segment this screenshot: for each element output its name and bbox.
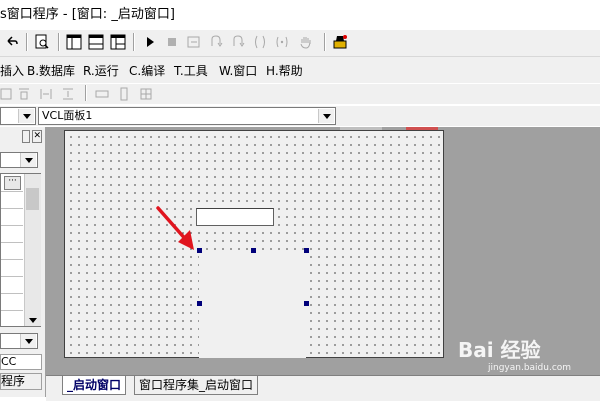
resize-handle[interactable]	[304, 301, 309, 306]
window-title-bar: s窗口程序 - [窗口: _启动窗口]	[0, 0, 600, 30]
toolbar-separator	[85, 85, 87, 101]
panel-controls: ✕	[22, 130, 42, 143]
menu-bar: 插入 B.数据库 R.运行 C.编译 T.工具 W.窗口 H.帮助	[0, 57, 600, 83]
step-into-icon[interactable]	[206, 32, 226, 52]
find-icon[interactable]	[32, 32, 52, 52]
chevron-down-icon[interactable]	[20, 334, 36, 348]
tab-window-program-set[interactable]: 窗口程序集_启动窗口	[134, 376, 259, 395]
component-combo-value: VCL面板1	[42, 109, 93, 122]
toolbar-separator	[324, 33, 326, 51]
menu-database[interactable]: B.数据库	[27, 62, 75, 79]
menu-help[interactable]: H.帮助	[266, 62, 303, 79]
property-scrollbar[interactable]	[24, 174, 41, 326]
toolbar-separator	[58, 33, 60, 51]
property-value-button[interactable]: ···	[4, 176, 21, 190]
window-title: - [窗口: _启动窗口]	[58, 7, 175, 22]
scrollbar-thumb[interactable]	[26, 188, 39, 210]
layout1-icon[interactable]	[64, 32, 84, 52]
resize-handle[interactable]	[197, 301, 202, 306]
vcl-panel-component[interactable]	[199, 250, 306, 358]
hand-icon[interactable]	[296, 32, 316, 52]
property-object-combo[interactable]	[0, 152, 38, 168]
red-arrow-icon	[156, 206, 194, 250]
watermark-sub: jingyan.baidu.com	[488, 363, 572, 373]
property-event-combo[interactable]	[0, 333, 38, 349]
step-out-icon[interactable]	[228, 32, 248, 52]
tab-startup-window[interactable]: _启动窗口	[62, 376, 127, 395]
debug-icon[interactable]	[330, 32, 350, 52]
layout3-icon[interactable]	[108, 32, 128, 52]
align-top-icon[interactable]	[14, 84, 34, 104]
chevron-down-icon[interactable]	[318, 109, 334, 123]
same-height-icon[interactable]	[114, 84, 134, 104]
same-size-icon[interactable]	[136, 84, 156, 104]
menu-insert[interactable]: 插入	[0, 62, 24, 79]
panel-tab-program[interactable]: 程序	[0, 373, 42, 390]
close-icon[interactable]: ✕	[32, 130, 42, 143]
resize-handle[interactable]	[304, 248, 309, 253]
run-icon[interactable]	[140, 32, 160, 52]
baidu-watermark: Bai 经验 jingyan.baidu.com	[458, 338, 598, 378]
chevron-down-icon[interactable]	[20, 153, 36, 167]
watermark-text: Bai 经验	[458, 338, 541, 362]
step-icon[interactable]	[184, 32, 204, 52]
toolbar-separator	[133, 33, 135, 51]
space-vertical-icon[interactable]	[58, 84, 78, 104]
property-grid[interactable]: ···	[0, 173, 41, 327]
main-toolbar	[0, 30, 600, 57]
menu-window[interactable]: W.窗口	[219, 62, 257, 79]
breakpoint-icon[interactable]	[272, 32, 292, 52]
pin-icon[interactable]	[22, 130, 31, 143]
property-panel: ✕ ··· CC 程序	[0, 127, 46, 397]
document-tabs: _启动窗口 窗口程序集_启动窗口	[46, 375, 600, 401]
object-combo[interactable]	[0, 107, 36, 125]
form-canvas[interactable]	[64, 130, 444, 358]
menu-run[interactable]: R.运行	[83, 62, 119, 79]
edit-box-component[interactable]	[196, 208, 274, 226]
combo-row: VCL面板1	[0, 106, 600, 126]
space-horizontal-icon[interactable]	[36, 84, 56, 104]
panel-list-item-cc[interactable]: CC	[0, 354, 42, 370]
align-toolbar	[0, 84, 600, 104]
component-combo[interactable]: VCL面板1	[38, 107, 336, 125]
toolbar-separator	[26, 33, 28, 51]
resize-handle[interactable]	[251, 248, 256, 253]
menu-tools[interactable]: T.工具	[174, 62, 208, 79]
same-width-icon[interactable]	[92, 84, 112, 104]
layout2-icon[interactable]	[86, 32, 106, 52]
window-title-prefix: s窗口程序	[0, 7, 59, 22]
menu-compile[interactable]: C.编译	[129, 62, 165, 79]
step-over-icon[interactable]	[250, 32, 270, 52]
chevron-down-icon[interactable]	[18, 109, 34, 123]
stop-icon[interactable]	[162, 32, 182, 52]
undo-icon[interactable]	[2, 32, 22, 52]
